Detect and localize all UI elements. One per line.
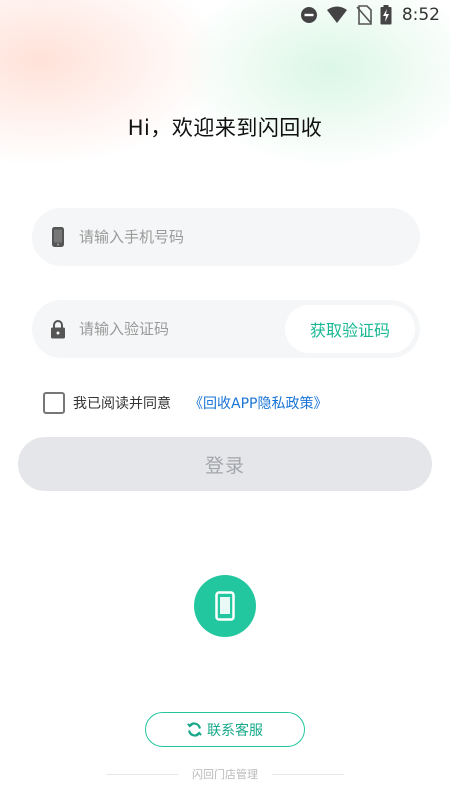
verification-code-field: 获取验证码 <box>32 300 420 358</box>
agreement-checkbox[interactable] <box>43 392 65 414</box>
wifi-icon <box>326 6 348 24</box>
lock-icon <box>47 318 69 340</box>
do-not-disturb-icon <box>300 6 318 24</box>
footer-divider-left <box>106 773 178 775</box>
agreement-text: 我已阅读并同意 <box>73 396 171 412</box>
privacy-policy-link[interactable]: 《回收APP隐私政策》 <box>189 393 327 413</box>
background-gradient <box>0 0 450 220</box>
footer-text: 闪回门店管理 <box>192 768 258 781</box>
contact-service-button[interactable]: 联系客服 <box>145 712 305 747</box>
phone-login-button[interactable] <box>194 575 256 637</box>
phone-icon <box>47 226 69 248</box>
phone-icon <box>215 591 235 621</box>
get-code-button[interactable]: 获取验证码 <box>285 305 415 353</box>
phone-field <box>32 208 420 266</box>
footer: 闪回门店管理 <box>0 764 450 784</box>
login-button[interactable]: 登录 <box>18 437 432 491</box>
agreement-row: 我已阅读并同意 《回收APP隐私政策》 <box>43 390 327 416</box>
battery-charging-icon <box>380 5 392 25</box>
status-bar: 8:52 <box>0 0 450 30</box>
footer-divider-right <box>272 773 344 775</box>
welcome-title: Hi，欢迎来到闪回收 <box>127 116 323 140</box>
phone-input[interactable] <box>79 208 420 266</box>
customer-service-icon <box>187 722 202 737</box>
contact-service-label: 联系客服 <box>207 722 263 739</box>
status-time: 8:52 <box>401 5 440 25</box>
no-sim-icon <box>356 5 372 25</box>
